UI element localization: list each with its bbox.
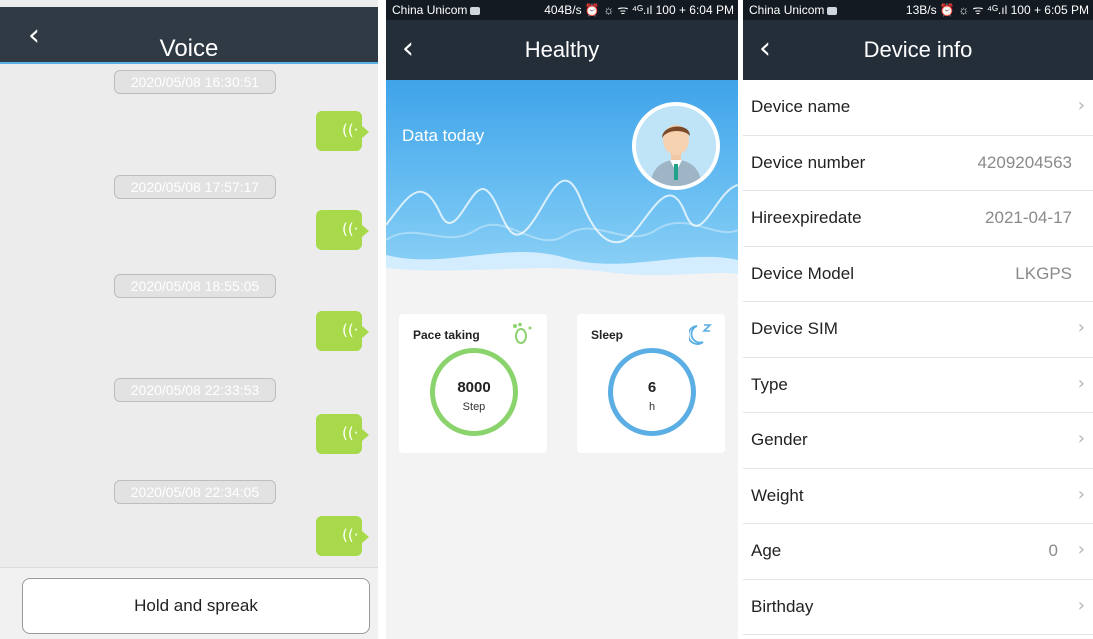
voice-wave-icon: ((· [342,424,359,442]
page-title: Healthy [524,37,600,62]
sleep-hours: 6 [647,379,657,396]
voice-message-bubble[interactable]: ((· [316,111,369,151]
status-bar: China Unicom 13B/s ⏰ ☼ ᯤ ⁴ᴳ.ıl 100 + 6:0… [743,0,1093,20]
navigation-bar: ‹ Device info [743,20,1093,80]
chevron-right-icon: › [1077,372,1085,394]
user-avatar[interactable] [632,102,720,190]
row-label: Device SIM [751,319,838,338]
navigation-bar: ‹ Healthy [386,20,738,80]
message-timestamp: 2020/05/08 22:33:53 [114,378,276,402]
row-value: 0 [1048,541,1058,560]
pace-taking-card[interactable]: Pace taking 8000 Step [399,314,547,453]
chevron-right-icon: › [1077,594,1085,616]
step-unit: Step [462,401,486,413]
page-title: Device info [863,37,973,62]
moon-sleep-icon [687,322,713,352]
chevron-right-icon: › [1077,539,1085,560]
chevron-right-icon: › [1077,483,1085,505]
row-value: 4209204563 [977,152,1072,172]
voice-wave-icon: ((· [342,526,359,544]
device-info-row: Hireexpiredate 2021-04-17 [743,191,1093,247]
message-timestamp: 2020/05/08 22:34:05 [114,480,276,504]
device-info-row[interactable]: Gender › [743,413,1093,469]
status-indicators: 404B/s ⏰ ☼ ᯤ ⁴ᴳ.ıl 100 + 6:04 PM [544,3,734,17]
sleep-progress-ring: 6 h [608,348,696,436]
voice-wave-icon: ((· [342,121,359,139]
device-info-row[interactable]: Device SIM › [743,302,1093,358]
carrier-label: China Unicom [749,0,838,20]
sleep-unit: h [648,401,656,413]
hold-to-speak-button[interactable]: Hold and spreak [22,578,370,634]
status-bar: China Unicom 404B/s ⏰ ☼ ᯤ ⁴ᴳ.ıl 100 + 6:… [386,0,738,20]
sim-icon [470,6,481,15]
row-label: Birthday [751,596,814,616]
card-title: Pace taking [413,328,480,342]
device-info-screen: China Unicom 13B/s ⏰ ☼ ᯤ ⁴ᴳ.ıl 100 + 6:0… [743,0,1093,639]
footprints-icon [511,322,535,352]
row-value: LKGPS [1015,263,1072,283]
message-timestamp: 2020/05/08 17:57:17 [114,175,276,199]
voice-message-bubble[interactable]: ((· [316,311,369,351]
input-bar: Hold and spreak [0,567,378,639]
device-info-row[interactable]: Birthday › [743,579,1093,635]
voice-message-bubble[interactable]: ((· [316,210,369,250]
chevron-right-icon: › [1077,428,1085,449]
step-count: 8000 [457,379,491,396]
voice-wave-icon: ((· [342,220,359,238]
row-label: Age [751,541,782,560]
row-label: Type [751,374,788,394]
voice-header: ‹ Voice [0,7,378,64]
message-timestamp: 2020/05/08 16:30:51 [114,70,276,94]
device-info-row[interactable]: Age 0 › [743,524,1093,580]
row-label: Device Model [751,263,854,283]
status-indicators: 13B/s ⏰ ☼ ᯤ ⁴ᴳ.ıl 100 + 6:05 PM [905,3,1089,17]
voice-message-bubble[interactable]: ((· [316,414,369,454]
row-label: Device number [751,152,866,172]
row-label: Hireexpiredate [751,208,862,227]
device-info-row[interactable]: Device name › [743,80,1093,136]
person-avatar-icon [636,106,716,186]
page-title: Voice [159,35,219,62]
row-label: Device name [751,97,851,116]
voice-message-bubble[interactable]: ((· [316,516,369,556]
row-label: Gender [751,430,808,449]
voice-wave-icon: ((· [342,321,359,339]
message-timestamp: 2020/05/08 18:55:05 [114,274,276,298]
step-progress-ring: 8000 Step [430,348,518,436]
data-today-label: Data today [402,126,485,145]
device-info-row[interactable]: Weight › [743,468,1093,524]
carrier-label: China Unicom [392,0,481,20]
row-value: 2021-04-17 [985,208,1072,227]
health-hero-banner: Data today [386,80,738,280]
device-info-row: Device Model LKGPS [743,246,1093,302]
voice-screen: ‹ Voice 2020/05/08 16:30:51 ((· 2020/05/… [0,0,378,639]
chevron-right-icon: › [1077,95,1085,116]
device-info-row[interactable]: Type › [743,357,1093,413]
sleep-card[interactable]: Sleep 6 h [577,314,725,453]
chevron-right-icon: › [1077,317,1085,338]
sim-icon [827,6,838,15]
card-title: Sleep [591,328,624,342]
device-info-row: Device number 4209204563 [743,135,1093,191]
healthy-screen: China Unicom 404B/s ⏰ ☼ ᯤ ⁴ᴳ.ıl 100 + 6:… [386,0,738,639]
row-label: Weight [751,485,804,505]
